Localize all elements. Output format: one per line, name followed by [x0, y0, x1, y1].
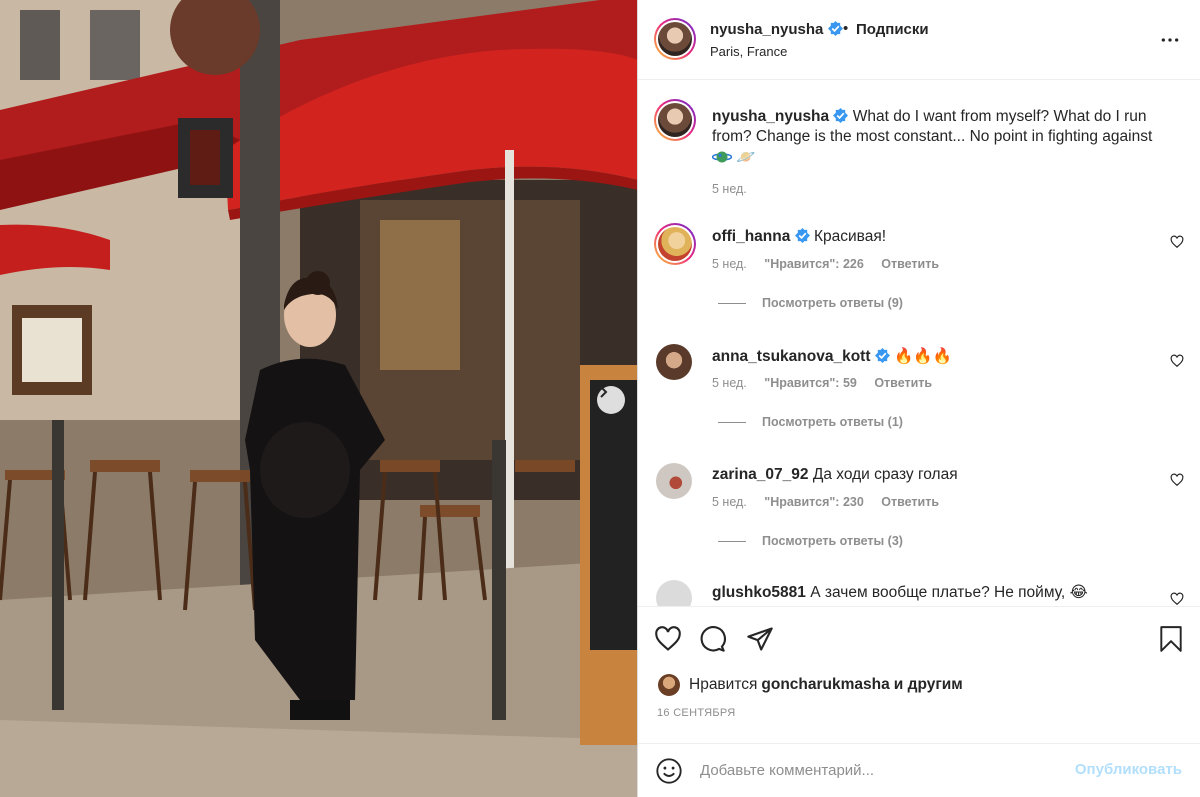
more-dots-icon[interactable]	[1160, 30, 1180, 50]
publish-button[interactable]: Опубликовать	[1075, 761, 1182, 778]
comment-username[interactable]: zarina_07_92	[712, 466, 809, 483]
caption-emoji: 🪐	[711, 148, 756, 166]
view-replies-button[interactable]: Посмотреть ответы (9)	[718, 296, 903, 310]
caption-emoji-text: 🪐	[736, 148, 756, 166]
comment-body: Красивая!	[814, 228, 887, 245]
comment-meta: 5 нед. "Нравится": 230 Ответить	[712, 495, 953, 509]
likes-others[interactable]: и другим	[894, 676, 963, 694]
comment-meta: 5 нед. "Нравится": 226 Ответить	[712, 257, 953, 271]
comment-meta: 5 нед. "Нравится": 59 Ответить	[712, 376, 946, 390]
comment-text: offi_hanna Красивая!	[712, 227, 886, 247]
comment-likes[interactable]: "Нравится": 226	[764, 257, 864, 271]
separator-dot: •	[843, 20, 849, 37]
heart-icon[interactable]	[1170, 235, 1184, 249]
next-photo-button[interactable]	[597, 386, 625, 414]
comment-username[interactable]: offi_hanna	[712, 228, 790, 245]
post-location[interactable]: Paris, France	[710, 44, 787, 59]
paper-plane-icon[interactable]	[746, 625, 774, 653]
comment-avatar[interactable]	[656, 344, 692, 380]
author-username-text[interactable]: nyusha_nyusha	[710, 21, 823, 38]
speech-bubble-icon[interactable]	[698, 625, 726, 653]
verified-badge-icon	[833, 108, 849, 123]
comment-time[interactable]: 5 нед.	[712, 495, 747, 509]
following-button[interactable]: Подписки	[856, 21, 929, 38]
smiley-icon[interactable]	[655, 757, 683, 785]
verified-badge-icon	[794, 228, 810, 243]
comment-body: 🔥🔥🔥	[894, 347, 953, 365]
comment-text: glushko5881 А зачем вообще платье? Не по…	[712, 583, 1088, 603]
comment-likes[interactable]: "Нравится": 230	[764, 495, 864, 509]
planet-icon	[711, 151, 733, 163]
author-username[interactable]: nyusha_nyusha	[710, 21, 843, 38]
view-replies-button[interactable]: Посмотреть ответы (1)	[718, 415, 903, 429]
comment-time[interactable]: 5 нед.	[712, 376, 747, 390]
heart-icon[interactable]	[1170, 473, 1184, 487]
heart-icon[interactable]	[654, 625, 682, 653]
comment-input[interactable]	[700, 758, 1100, 782]
comment-item: glushko5881 А зачем вообще платье? Не по…	[638, 580, 1200, 606]
comment-body: А зачем вообще платье? Не пойму, 😂	[810, 584, 1088, 601]
add-comment-section: Опубликовать	[638, 743, 1200, 797]
reply-button[interactable]: Ответить	[881, 495, 939, 509]
view-replies-button[interactable]: Посмотреть ответы (3)	[718, 534, 903, 548]
comment-time[interactable]: 5 нед.	[712, 257, 747, 271]
comment-avatar[interactable]	[656, 580, 692, 606]
caption-username[interactable]: nyusha_nyusha	[712, 108, 829, 125]
likes-summary: Нравится goncharukmasha и другим	[658, 674, 963, 696]
post-photo[interactable]	[0, 0, 638, 797]
bookmark-icon[interactable]	[1158, 625, 1184, 653]
comment-body: Да ходи сразу голая	[812, 466, 958, 483]
comment-avatar[interactable]	[656, 463, 692, 499]
heart-icon[interactable]	[1170, 592, 1184, 606]
comment-username[interactable]: glushko5881	[712, 584, 806, 601]
comment-username[interactable]: anna_tsukanova_kott	[712, 348, 871, 365]
comment-item: offi_hanna Красивая! 5 нед. "Нравится": …	[638, 223, 1200, 333]
instagram-post-modal: nyusha_nyusha • Подписки Paris, France n…	[0, 0, 1200, 797]
verified-badge-icon	[874, 348, 890, 363]
heart-icon[interactable]	[1170, 354, 1184, 368]
verified-badge-icon	[827, 21, 843, 36]
post-date[interactable]: 16 СЕНТЯБРЯ	[657, 707, 736, 719]
caption-text: nyusha_nyusha What do I want from myself…	[711, 107, 1182, 168]
author-avatar[interactable]	[654, 18, 696, 60]
reply-button[interactable]: Ответить	[881, 257, 939, 271]
liker-username[interactable]: goncharukmasha	[761, 676, 889, 694]
liker-avatar[interactable]	[658, 674, 680, 696]
comment-text: anna_tsukanova_kott 🔥🔥🔥	[712, 346, 952, 367]
post-details-panel: nyusha_nyusha • Подписки Paris, France n…	[638, 0, 1200, 797]
post-header: nyusha_nyusha • Подписки Paris, France	[638, 0, 1200, 80]
comments-list[interactable]: nyusha_nyusha What do I want from myself…	[638, 81, 1200, 606]
comment-likes[interactable]: "Нравится": 59	[764, 376, 857, 390]
chevron-right-icon	[600, 386, 608, 398]
comment-item: anna_tsukanova_kott 🔥🔥🔥 5 нед. "Нравится…	[638, 342, 1200, 452]
likes-prefix: Нравится	[689, 676, 758, 693]
caption-avatar[interactable]	[654, 99, 696, 141]
post-actions: Нравится goncharukmasha и другим 16 СЕНТ…	[638, 606, 1200, 796]
photo-scene	[0, 0, 637, 797]
comment-item: zarina_07_92 Да ходи сразу голая 5 нед. …	[638, 461, 1200, 571]
comment-avatar[interactable]	[654, 223, 696, 265]
caption-time[interactable]: 5 нед.	[712, 182, 747, 196]
comment-text: zarina_07_92 Да ходи сразу голая	[712, 465, 958, 485]
reply-button[interactable]: Ответить	[874, 376, 932, 390]
